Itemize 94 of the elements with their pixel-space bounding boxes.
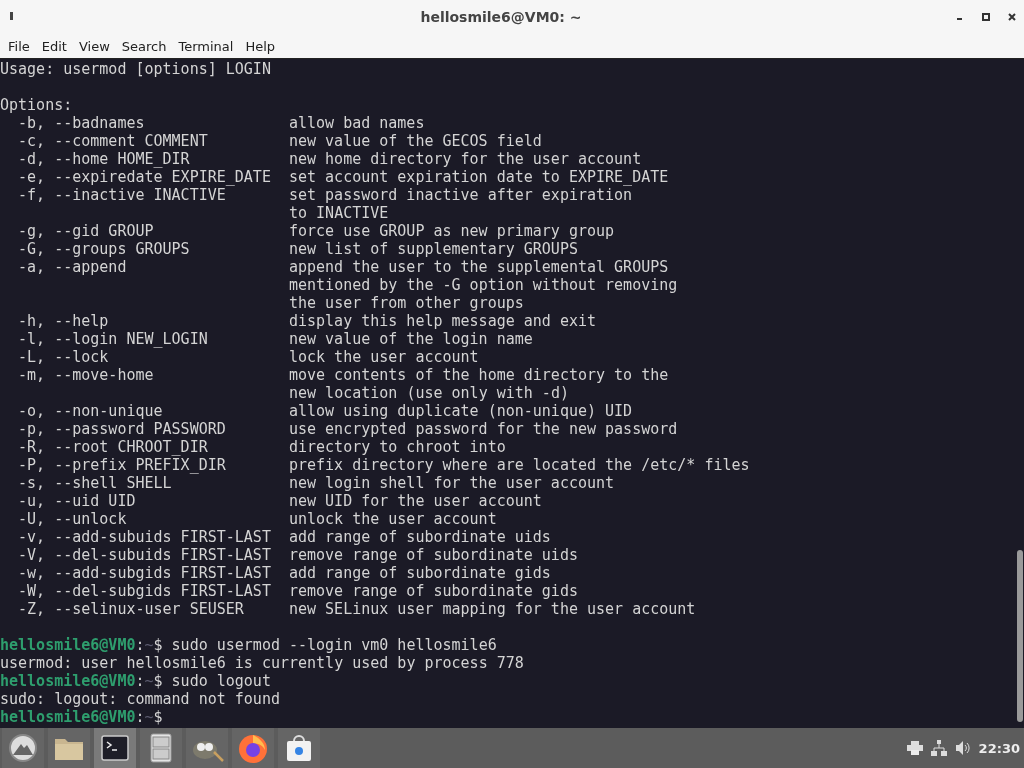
menu-item[interactable]: File xyxy=(2,38,36,54)
option-description: directory to chroot into xyxy=(288,438,506,456)
terminal-icon xyxy=(101,735,129,761)
option-description: display this help message and exit xyxy=(288,312,596,330)
option-description: new home directory for the user account xyxy=(288,150,642,168)
prompt-separator: : xyxy=(135,636,145,654)
option-description: the user from other groups xyxy=(289,294,524,312)
option-name: -m, --move-home xyxy=(18,366,155,384)
option-name: -Z, --selinux-user SEUSER xyxy=(18,600,245,618)
option-description: new value of the GECOS field xyxy=(288,132,542,150)
option-description: remove range of subordinate uids xyxy=(288,546,578,564)
option-name: -L, --lock xyxy=(18,348,110,366)
option-name: -P, --prefix PREFIX_DIR xyxy=(18,456,227,474)
option-name: -l, --login NEW_LOGIN xyxy=(18,330,209,348)
option-description: force use GROUP as new primary group xyxy=(288,222,615,240)
option-description: unlock the user account xyxy=(288,510,497,528)
option-name: -W, --del-subgids FIRST-LAST xyxy=(18,582,272,600)
network-icon[interactable] xyxy=(930,740,947,756)
window-menu-icon[interactable] xyxy=(10,12,14,22)
taskbar-button[interactable] xyxy=(140,728,182,768)
taskbar-button[interactable] xyxy=(186,728,228,768)
option-name: -a, --append xyxy=(18,258,128,276)
clock[interactable]: 22:30 xyxy=(978,740,1020,756)
prompt-host: hellosmile6@VM0 xyxy=(0,708,136,726)
menu-item[interactable]: Search xyxy=(115,38,173,54)
option-description: add range of subordinate uids xyxy=(288,528,551,546)
option-description: new login shell for the user account xyxy=(288,474,615,492)
option-description: allow bad names xyxy=(288,114,425,132)
option-name: -c, --comment COMMENT xyxy=(18,132,209,150)
option-name: -v, --add-subuids FIRST-LAST xyxy=(18,528,272,546)
option-description: to INACTIVE xyxy=(289,204,389,222)
option-name: -R, --root CHROOT_DIR xyxy=(18,438,209,456)
prompt-sign: $ xyxy=(153,636,163,654)
option-name: -p, --password PASSWORD xyxy=(18,420,227,438)
option-description: move contents of the home directory to the xyxy=(288,366,669,384)
option-name: -U, --unlock xyxy=(18,510,128,528)
output-line: Usage: usermod [options] LOGIN xyxy=(0,60,271,78)
option-description: new UID for the user account xyxy=(288,492,542,510)
option-description: set password inactive after expiration xyxy=(288,186,633,204)
option-description: set account expiration date to EXPIRE_DATE xyxy=(288,168,669,186)
taskbar-button[interactable] xyxy=(2,728,44,768)
menu-item[interactable]: Edit xyxy=(35,38,73,54)
option-name: -w, --add-subgids FIRST-LAST xyxy=(18,564,272,582)
taskbar-button[interactable] xyxy=(94,728,136,768)
option-description: allow using duplicate (non-unique) UID xyxy=(288,402,633,420)
shopping-bag-icon xyxy=(285,733,313,763)
file-cabinet-icon xyxy=(150,733,172,763)
taskbar-button[interactable] xyxy=(278,728,320,768)
option-description: add range of subordinate gids xyxy=(288,564,551,582)
option-description: new SELinux user mapping for the user account xyxy=(288,600,696,618)
option-name: -g, --gid GROUP xyxy=(18,222,155,240)
command-text: sudo usermod --login vm0 hellosmile6 xyxy=(170,636,497,654)
option-description: new list of supplementary GROUPS xyxy=(288,240,578,258)
option-description: new location (use only with -d) xyxy=(289,384,569,402)
prompt-host: hellosmile6@VM0 xyxy=(0,636,136,654)
option-name: -G, --groups GROUPS xyxy=(18,240,191,258)
option-description: mentioned by the -G option without removing xyxy=(289,276,678,294)
prompt-path: ~ xyxy=(144,672,154,690)
scrollbar-thumb[interactable] xyxy=(1017,550,1023,722)
prompt-separator: : xyxy=(135,708,145,726)
prompt-separator: : xyxy=(135,672,145,690)
prompt-path: ~ xyxy=(144,708,154,726)
option-name: -o, --non-unique xyxy=(18,402,164,420)
option-name: -f, --inactive INACTIVE xyxy=(18,186,227,204)
option-description: prefix directory where are located the /etc/* files xyxy=(288,456,750,474)
prompt-path: ~ xyxy=(144,636,154,654)
option-description: use encrypted password for the new password xyxy=(288,420,678,438)
prompt-sign: $ xyxy=(153,708,163,726)
option-description: remove range of subordinate gids xyxy=(288,582,578,600)
menu-item[interactable]: Help xyxy=(239,38,282,54)
close-icon[interactable] xyxy=(1008,13,1016,21)
option-description: lock the user account xyxy=(288,348,479,366)
menu-item[interactable]: View xyxy=(72,38,116,54)
output-line: Options: xyxy=(0,96,73,114)
option-description: new value of the login name xyxy=(288,330,533,348)
output-line: sudo: logout: command not found xyxy=(0,690,280,708)
prompt-host: hellosmile6@VM0 xyxy=(0,672,136,690)
window-title: hellosmile6@VM0: ~ xyxy=(420,9,582,25)
option-name: -d, --home HOME_DIR xyxy=(18,150,191,168)
option-name: -s, --shell SHELL xyxy=(18,474,173,492)
mountain-logo-icon xyxy=(8,733,38,763)
prompt-sign: $ xyxy=(153,672,163,690)
firefox-icon xyxy=(237,732,269,764)
output-line: usermod: user hellosmile6 is currently used by process 778 xyxy=(0,654,524,672)
command-text: sudo logout xyxy=(170,672,271,690)
option-name: -u, --uid UID xyxy=(18,492,137,510)
option-description: append the user to the supplemental GROUPS xyxy=(288,258,669,276)
option-name: -h, --help xyxy=(18,312,110,330)
option-name: -b, --badnames xyxy=(18,114,146,132)
volume-icon[interactable] xyxy=(954,740,971,756)
option-name: -V, --del-subuids FIRST-LAST xyxy=(18,546,272,564)
menu-item[interactable]: Terminal xyxy=(172,38,240,54)
option-name: -e, --expiredate EXPIRE_DATE xyxy=(18,168,272,186)
maximize-icon[interactable] xyxy=(982,13,990,21)
